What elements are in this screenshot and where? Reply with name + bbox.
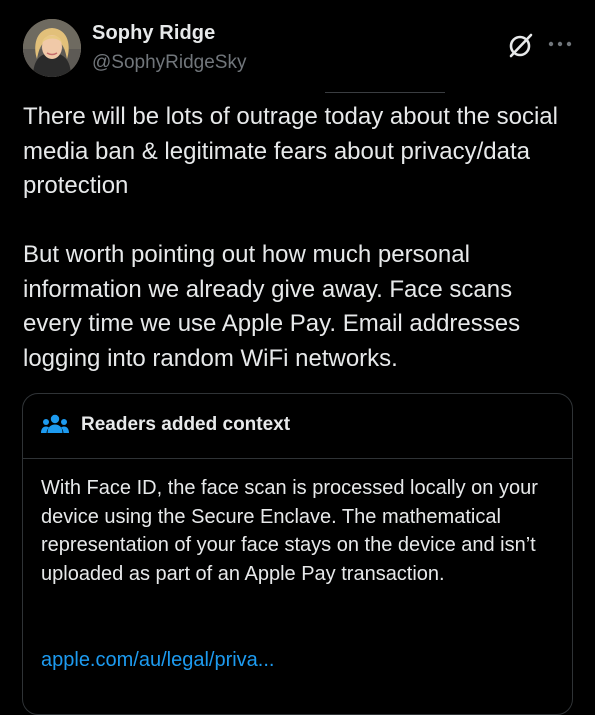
author-name[interactable]: Sophy Ridge: [92, 22, 215, 45]
people-icon: [41, 414, 69, 433]
community-note-card: Readers added context With Face ID, the …: [22, 393, 573, 715]
avatar[interactable]: [23, 19, 81, 77]
tweet-text: There will be lots of outrage today abou…: [23, 100, 573, 376]
community-note-text: With Face ID, the face scan is processed…: [41, 477, 538, 585]
community-note-title: Readers added context: [81, 414, 291, 435]
slashed-circle-icon[interactable]: [507, 31, 535, 59]
community-note-link[interactable]: apple.com/au/legal/priva...: [41, 649, 274, 672]
community-note-body: With Face ID, the face scan is processed…: [41, 474, 561, 588]
tweet-paragraph: But worth pointing out how much personal…: [23, 241, 521, 372]
author-handle[interactable]: @SophyRidgeSky: [92, 52, 246, 74]
community-note-header[interactable]: Readers added context: [23, 394, 572, 459]
more-icon[interactable]: [548, 39, 572, 49]
divider: [325, 92, 445, 93]
tweet-paragraph: There will be lots of outrage today abou…: [23, 103, 558, 199]
tweet: Sophy Ridge @SophyRidgeSky There will be…: [0, 0, 595, 715]
